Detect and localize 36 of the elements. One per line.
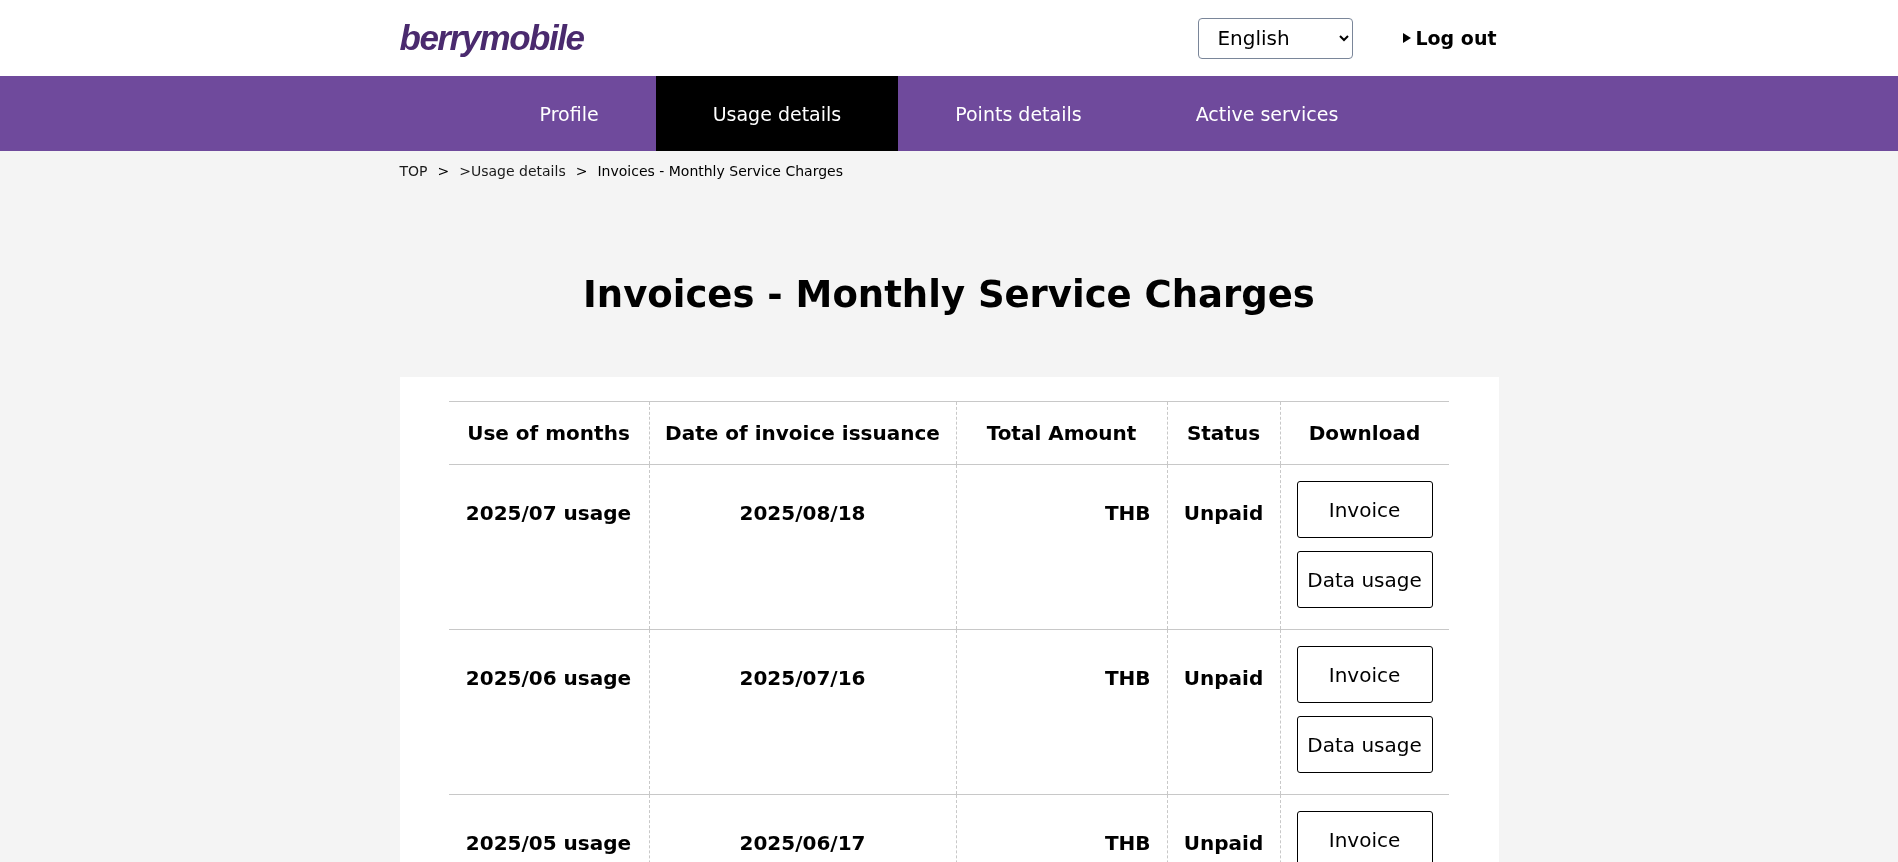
table-cell: Unpaid: [1167, 629, 1280, 795]
page-title: Invoices - Monthly Service Charges: [582, 273, 1316, 318]
table-cell: THB: [956, 464, 1167, 630]
nav-tab[interactable]: Usage details: [655, 76, 899, 151]
breadcrumb-link[interactable]: >Usage details: [459, 163, 566, 181]
logout-link[interactable]: Log out: [1403, 27, 1497, 49]
download-button[interactable]: Invoice: [1296, 481, 1433, 538]
table-cell: THB: [956, 794, 1167, 862]
nav-tab[interactable]: Profile: [482, 76, 656, 151]
table-cell: 2025/06/17: [649, 794, 956, 862]
breadcrumb-separator: >: [436, 163, 451, 181]
table-cell: 2025/06 usage: [448, 629, 649, 795]
download-button[interactable]: Data usage: [1296, 716, 1433, 773]
column-header: Download: [1280, 401, 1449, 465]
table-cell: Unpaid: [1167, 464, 1280, 630]
column-header: Total Amount: [956, 401, 1167, 465]
column-header: Status: [1167, 401, 1280, 465]
breadcrumb-separator: >: [574, 163, 589, 181]
nav-tab[interactable]: Points details: [898, 76, 1139, 151]
nav-tab[interactable]: Active services: [1138, 76, 1396, 151]
breadcrumb-link[interactable]: TOP: [399, 163, 428, 181]
table-cell: THB: [956, 629, 1167, 795]
breadcrumb-text: Invoices - Monthly Service Charges: [597, 163, 843, 181]
download-button[interactable]: Invoice: [1296, 811, 1433, 862]
column-header: Date of invoice issuance: [649, 401, 956, 465]
download-button[interactable]: Invoice: [1296, 646, 1433, 703]
table-cell: Unpaid: [1167, 794, 1280, 862]
table-cell: 2025/08/18: [649, 464, 956, 630]
download-button[interactable]: Data usage: [1296, 551, 1433, 608]
table-cell: 2025/07/16: [649, 629, 956, 795]
language-select[interactable]: English: [1198, 17, 1354, 59]
logo[interactable]: berrymobile: [399, 18, 584, 58]
column-header: Use of months: [448, 401, 649, 465]
table-cell: 2025/05 usage: [448, 794, 649, 862]
triangle-icon: [1403, 33, 1412, 43]
table-cell: 2025/07 usage: [448, 464, 649, 630]
